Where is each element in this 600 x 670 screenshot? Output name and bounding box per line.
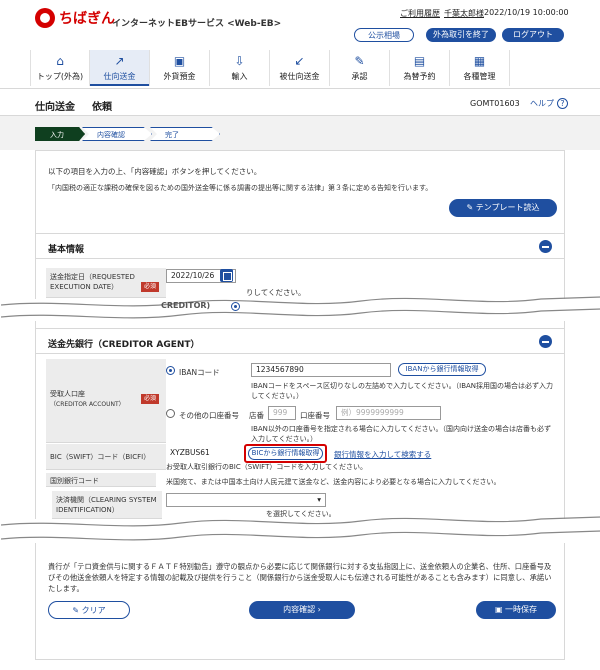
consent-notice: 貴行が「テロ資金供与に関するＦＡＴＦ特別勧告」遵守の観点から必要に応じて関係銀行… bbox=[48, 562, 552, 593]
step-confirm: 内容確認 bbox=[82, 127, 152, 141]
end-fx-button[interactable]: 外為取引を終了 bbox=[426, 28, 496, 42]
logo-mark-icon bbox=[35, 8, 55, 28]
help-icon: ? bbox=[557, 98, 568, 109]
chevron-down-icon: ▾ bbox=[317, 495, 321, 504]
required-badge: 必須 bbox=[141, 394, 159, 404]
help-link[interactable]: ヘルプ? bbox=[530, 98, 568, 109]
management-icon: ▦ bbox=[473, 54, 486, 68]
intro-text-1: 以下の項目を入力の上、「内容確認」ボタンを押してください。 bbox=[48, 167, 262, 176]
national-code-label: 国別銀行コード bbox=[46, 473, 156, 487]
iban-bank-lookup-button[interactable]: IBANから銀行情報取得 bbox=[398, 363, 486, 376]
nav-item-import[interactable]: ⇩ 輸入 bbox=[210, 50, 270, 86]
step-complete: 完了 bbox=[150, 127, 220, 141]
receive-money-icon: ↙ bbox=[294, 54, 305, 68]
other-account-radio[interactable] bbox=[166, 409, 175, 418]
deposit-icon: ▣ bbox=[173, 54, 186, 68]
partial-radio[interactable] bbox=[231, 302, 240, 311]
template-load-button[interactable]: ✎ テンプレート読込 bbox=[449, 199, 557, 217]
bic-label: BIC（SWIFT）コード（BICFI） bbox=[46, 444, 166, 470]
screen-id: GOMT01603 bbox=[470, 99, 520, 108]
account-number-input[interactable]: 例）9999999999 bbox=[336, 406, 441, 420]
temp-save-button[interactable]: ▣ 一時保存 bbox=[476, 601, 556, 619]
collapse-icon[interactable] bbox=[539, 240, 552, 253]
bic-hint: お受取人取引銀行のBIC（SWIFT）コードを入力してください。 bbox=[166, 463, 367, 471]
nav-item-management[interactable]: ▦ 各種管理 bbox=[450, 50, 510, 86]
nav-item-inward-remittance[interactable]: ↙ 被仕向送金 bbox=[270, 50, 330, 86]
intro-text-2: 「内国税の適正な課税の確保を図るための国外送金等に係る調書の提出等に関する法律」… bbox=[48, 184, 433, 192]
iban-radio[interactable] bbox=[166, 366, 175, 375]
main-form-card: 以下の項目を入力の上、「内容確認」ボタンを押してください。 「内国税の適正な課税… bbox=[1, 150, 600, 660]
service-name: インターネットEBサービス <Web-EB> bbox=[112, 19, 282, 29]
nav-item-outward-remittance[interactable]: ↗ 仕向送金 bbox=[90, 50, 150, 86]
logo-text: ちばぎん bbox=[59, 11, 115, 27]
confirm-button[interactable]: 内容確認 › bbox=[249, 601, 355, 619]
branch-input[interactable]: 999 bbox=[268, 406, 296, 420]
import-icon: ⇩ bbox=[234, 54, 245, 68]
section-title: 基本情報 bbox=[48, 245, 85, 255]
chevron-right-icon: › bbox=[315, 605, 321, 614]
clear-button[interactable]: ✎ クリア bbox=[48, 601, 130, 619]
logout-button[interactable]: ログアウト bbox=[502, 28, 564, 42]
main-nav: ⌂ トップ(外為) ↗ 仕向送金 ▣ 外貨預金 ⇩ 輸入 ↙ 被仕向送金 ✎ 承認 ▤ 為替予… bbox=[30, 50, 570, 86]
iban-input[interactable]: 1234567890 bbox=[251, 363, 391, 377]
national-code-hint: 米国宛て、または中国本土向け人民元建て送金など、送金内容により必要となる場合に入… bbox=[166, 478, 501, 486]
home-icon: ⌂ bbox=[56, 54, 64, 68]
step-indicator: 入力 内容確認 完了 bbox=[0, 116, 600, 150]
nav-item-approve[interactable]: ✎ 承認 bbox=[330, 50, 390, 86]
basic-info-header[interactable]: 基本情報 bbox=[36, 233, 564, 259]
clear-icon: ✎ bbox=[72, 606, 82, 615]
iban-label: IBANコード bbox=[179, 368, 220, 377]
chibagin-logo[interactable]: ちばぎん bbox=[35, 8, 115, 28]
nav-item-fx-reserve[interactable]: ▤ 為替予約 bbox=[390, 50, 450, 86]
header: ちばぎん インターネットEBサービス <Web-EB> ご利用履歴 千葉太郎様 … bbox=[0, 0, 600, 88]
iban-hint: IBANコードをスペース区切りなしの左詰めで入力してください。（IBAN採用国の… bbox=[251, 382, 554, 400]
highlight-box bbox=[244, 444, 327, 463]
approve-icon: ✎ bbox=[354, 54, 365, 68]
pencil-icon: ✎ bbox=[466, 203, 476, 212]
account-number-label: 口座番号 bbox=[300, 411, 330, 420]
fx-reserve-icon: ▤ bbox=[413, 54, 426, 68]
send-money-icon: ↗ bbox=[114, 54, 125, 68]
nav-item-top[interactable]: ⌂ トップ(外為) bbox=[30, 50, 90, 86]
page-title: 仕向送金 bbox=[35, 102, 75, 113]
page-subtitle: 依頼 bbox=[92, 102, 112, 113]
bic-input[interactable]: XYZBUS61 bbox=[166, 447, 241, 461]
creditor-agent-header[interactable]: 送金先銀行（CREDITOR AGENT） bbox=[36, 328, 564, 354]
login-datetime: 2022/10/19 10:00:00 bbox=[484, 8, 569, 17]
clearing-system-select[interactable]: ▾ bbox=[166, 493, 326, 507]
page-cut-divider bbox=[1, 296, 600, 321]
other-account-hint: IBAN以外の口座番号を指定される場合に入力してください。（国内向け送金の場合は… bbox=[251, 425, 551, 443]
page-cut-divider bbox=[1, 516, 600, 543]
calendar-icon[interactable] bbox=[220, 269, 233, 282]
user-name[interactable]: 千葉太郎様 bbox=[444, 8, 484, 19]
partial-creditor-label: CREDITOR) bbox=[161, 301, 211, 310]
collapse-icon[interactable] bbox=[539, 335, 552, 348]
nav-item-fx-deposit[interactable]: ▣ 外貨預金 bbox=[150, 50, 210, 86]
section-title: 送金先銀行（CREDITOR AGENT） bbox=[48, 340, 200, 350]
save-icon: ▣ bbox=[494, 605, 506, 614]
other-account-label: その他の口座番号 bbox=[179, 411, 239, 420]
bank-search-link[interactable]: 銀行情報を入力して検索する bbox=[334, 449, 431, 460]
rate-button[interactable]: 公示相場 bbox=[354, 28, 414, 42]
step-input: 入力 bbox=[35, 127, 85, 141]
usage-history-link[interactable]: ご利用履歴 bbox=[400, 8, 440, 19]
branch-label: 店番 bbox=[249, 411, 264, 420]
page-title-bar: 仕向送金 依頼 GOMT01603 ヘルプ? bbox=[0, 88, 600, 116]
